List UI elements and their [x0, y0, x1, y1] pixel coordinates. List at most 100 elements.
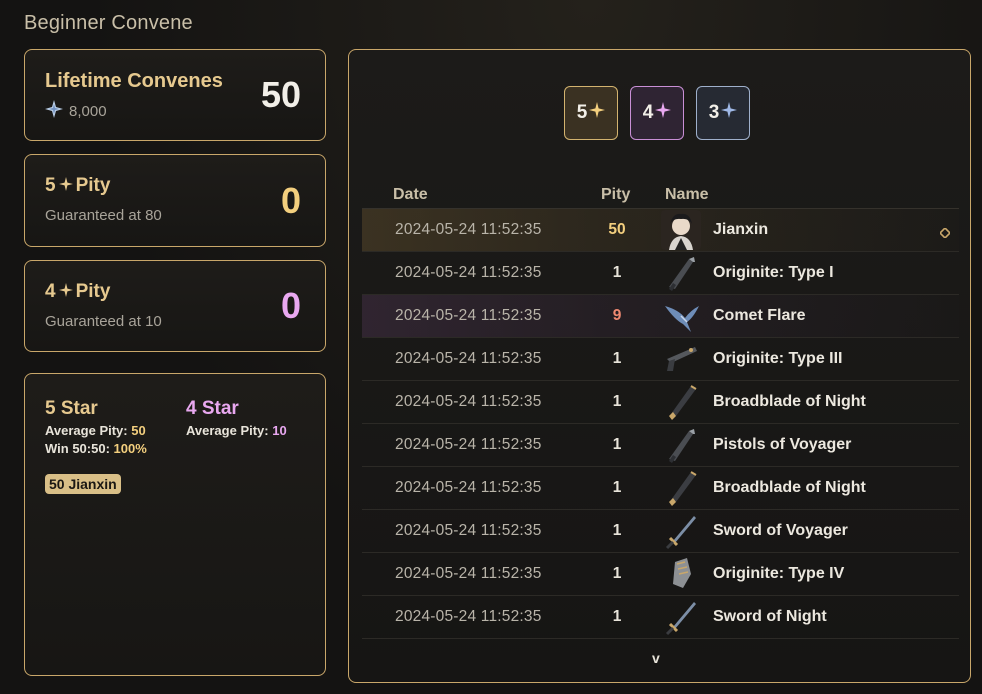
table-row-7[interactable]: 2024-05-24 11:52:35 1 Broadblade of Nigh… [362, 467, 959, 510]
rarity-diamond-icon [938, 225, 952, 240]
five-star-pity-value: 0 [280, 179, 301, 221]
row-name: Comet Flare [713, 307, 806, 324]
row-date: 2024-05-24 11:52:35 [395, 565, 542, 582]
row-date: 2024-05-24 11:52:35 [395, 608, 542, 625]
five-star-heading: 5 Star [45, 398, 98, 419]
avg-pity-value: 50 [131, 423, 146, 438]
pistol-weapon-icon [661, 253, 701, 293]
row-date: 2024-05-24 11:52:35 [395, 393, 542, 410]
row-pity: 9 [612, 307, 622, 324]
history-table: Date Pity Name 2024-05-24 11:52:35 50 Ji… [362, 180, 959, 639]
row-date: 2024-05-24 11:52:35 [395, 522, 542, 539]
row-name: Sword of Night [713, 608, 827, 625]
row-name: Sword of Voyager [713, 522, 848, 539]
gun-weapon-icon [661, 339, 701, 379]
lifetime-count: 50 [260, 74, 301, 115]
broadblade-weapon-icon [661, 382, 701, 422]
row-date: 2024-05-24 11:52:35 [395, 479, 542, 496]
filter-label: 4 [642, 102, 654, 123]
pity-star-number: 4 [45, 281, 56, 302]
five-star-guarantee: Guaranteed at 80 [45, 207, 162, 224]
filter-label: 3 [708, 102, 720, 123]
pity-label: Pity [75, 175, 111, 196]
five-star-average-pity: Average Pity: 50 [45, 423, 147, 438]
row-date: 2024-05-24 11:52:35 [395, 436, 542, 453]
four-star-pity-title: 4 Pity [45, 281, 110, 303]
character-avatar-icon [661, 210, 701, 250]
star-icon [655, 102, 672, 124]
star-icon [58, 175, 73, 197]
astrite-icon [45, 100, 63, 122]
win-value: 100% [113, 441, 147, 456]
four-star-average-pity: Average Pity: 10 [186, 423, 287, 438]
page-title: Beginner Convene [24, 12, 193, 34]
broadblade-weapon-icon [661, 468, 701, 508]
row-pity: 1 [612, 436, 622, 453]
header-date: Date [393, 186, 428, 203]
sword-weapon-icon [661, 511, 701, 551]
five-star-pull-tag: 50 Jianxin [45, 474, 121, 494]
row-name: Originite: Type I [713, 264, 834, 281]
four-star-stats: 4 Star Average Pity: 10 [186, 398, 287, 438]
table-row-8[interactable]: 2024-05-24 11:52:35 1 Sword of Voyager [362, 510, 959, 553]
filter-5-star-button[interactable]: 5 [564, 86, 618, 140]
table-row-10[interactable]: 2024-05-24 11:52:35 1 Sword of Night [362, 596, 959, 639]
four-star-pity-value: 0 [280, 285, 301, 326]
pistol-weapon-icon [661, 425, 701, 465]
row-pity: 1 [612, 522, 622, 539]
row-pity: 1 [612, 608, 622, 625]
row-date: 2024-05-24 11:52:35 [395, 264, 542, 281]
table-row-9[interactable]: 2024-05-24 11:52:35 1 Originite: Type IV [362, 553, 959, 596]
row-pity: 1 [612, 393, 622, 410]
table-row-6[interactable]: 2024-05-24 11:52:35 1 Pistols of Voyager [362, 424, 959, 467]
table-row-2[interactable]: 2024-05-24 11:52:35 1 Originite: Type I [362, 252, 959, 295]
five-star-win-rate: Win 50:50: 100% [45, 441, 147, 456]
row-pity: 1 [612, 264, 622, 281]
bird-weapon-icon [661, 296, 701, 336]
row-pity: 1 [612, 565, 622, 582]
astrite-value: 8,000 [69, 102, 107, 120]
row-name: Originite: Type III [713, 350, 843, 367]
scroll-more-chevron-icon[interactable]: v [652, 650, 660, 666]
table-row-4[interactable]: 2024-05-24 11:52:35 1 Originite: Type II… [362, 338, 959, 381]
star-icon [58, 281, 73, 303]
four-star-heading: 4 Star [186, 398, 239, 419]
table-header: Date Pity Name [362, 180, 959, 209]
row-name: Broadblade of Night [713, 479, 866, 496]
table-row-5[interactable]: 2024-05-24 11:52:35 1 Broadblade of Nigh… [362, 381, 959, 424]
rarity-filters: 5 4 3 [564, 86, 750, 140]
row-name: Originite: Type IV [713, 565, 845, 582]
row-date: 2024-05-24 11:52:35 [395, 307, 542, 324]
gauntlet-weapon-icon [661, 554, 701, 594]
pity-star-number: 5 [45, 175, 56, 196]
win-label: Win 50:50: [45, 441, 110, 456]
pity-label: Pity [75, 281, 111, 302]
row-pity: 1 [612, 479, 622, 496]
table-row-1[interactable]: 2024-05-24 11:52:35 50 Jianxin [362, 209, 959, 252]
star-icon [589, 102, 606, 124]
table-row-3[interactable]: 2024-05-24 11:52:35 9 Comet Flare [362, 295, 959, 338]
lifetime-convenes-label: Lifetime Convenes [45, 70, 223, 92]
filter-label: 5 [576, 102, 588, 123]
lifetime-convenes-card: Lifetime Convenes 8,000 50 [24, 49, 326, 141]
row-date: 2024-05-24 11:52:35 [395, 350, 542, 367]
row-pity: 1 [612, 350, 622, 367]
convene-history-panel: 5 4 3 Date Pity Name 2024-05-24 11:52:35… [348, 49, 971, 683]
filter-4-star-button[interactable]: 4 [630, 86, 684, 140]
row-pity: 50 [608, 221, 626, 238]
five-star-pity-title: 5 Pity [45, 175, 110, 197]
sword-weapon-icon [661, 597, 701, 637]
stats-card: 5 Star Average Pity: 50 Win 50:50: 100% … [24, 373, 326, 676]
four-star-pity-card: 4 Pity Guaranteed at 10 0 [24, 260, 326, 352]
row-name: Pistols of Voyager [713, 436, 852, 453]
five-star-pity-card: 5 Pity Guaranteed at 80 0 [24, 154, 326, 247]
row-name: Broadblade of Night [713, 393, 866, 410]
star-icon [721, 102, 738, 124]
header-name: Name [665, 186, 709, 203]
five-star-stats: 5 Star Average Pity: 50 Win 50:50: 100% [45, 398, 147, 456]
four-star-guarantee: Guaranteed at 10 [45, 313, 162, 330]
header-pity: Pity [601, 186, 631, 203]
astrite-spent: 8,000 [45, 100, 107, 122]
table-body: 2024-05-24 11:52:35 50 Jianxin 2024-05-2… [362, 209, 959, 639]
filter-3-star-button[interactable]: 3 [696, 86, 750, 140]
